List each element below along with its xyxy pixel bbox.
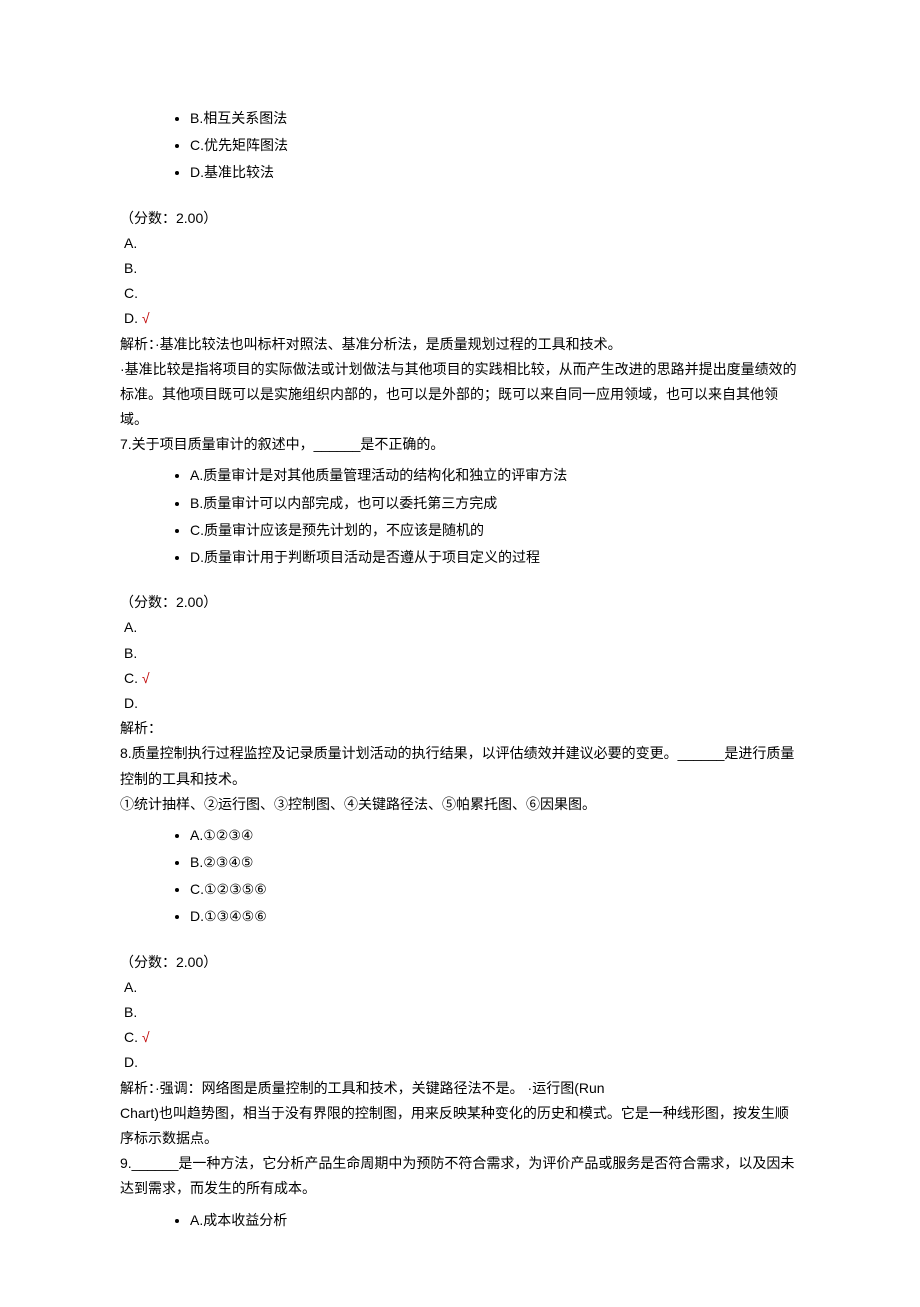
q8-score: （分数：2.00） <box>120 950 800 975</box>
q7-stem: 7.关于项目质量审计的叙述中，______是不正确的。 <box>120 432 800 457</box>
q9-stem: 9.______是一种方法，它分析产品生命周期中为预防不符合需求，为评价产品或服… <box>120 1151 800 1201</box>
q7-answer-a: A. <box>124 615 800 640</box>
q7-answer-d: D. <box>124 691 800 716</box>
answer-c-prefix: C. <box>124 1029 142 1045</box>
q6-answer-c: C. <box>124 281 800 306</box>
q9-options: A.成本收益分析 <box>120 1208 800 1233</box>
option-b: B.质量审计可以内部完成，也可以委托第三方完成 <box>190 491 800 516</box>
q6-explain-2: ·基准比较是指将项目的实际做法或计划做法与其他项目的实践相比较，从而产生改进的思… <box>120 357 800 433</box>
q7-score: （分数：2.00） <box>120 590 800 615</box>
option-c: C.质量审计应该是预先计划的，不应该是随机的 <box>190 518 800 543</box>
q6-answer-d: D. √ <box>124 306 800 331</box>
answer-d-prefix: D. <box>124 310 142 326</box>
q8-answer-d: D. <box>124 1050 800 1075</box>
option-a: A.成本收益分析 <box>190 1208 800 1233</box>
q7-explain: 解析： <box>120 716 800 741</box>
q6-explain-1: 解析：·基准比较法也叫标杆对照法、基准分析法，是质量规划过程的工具和技术。 <box>120 332 800 357</box>
q7-answer-c: C. √ <box>124 666 800 691</box>
q8-explain-2: Chart)也叫趋势图，相当于没有界限的控制图，用来反映某种变化的历史和模式。它… <box>120 1101 800 1151</box>
q6-score: （分数：2.00） <box>120 206 800 231</box>
q7-options: A.质量审计是对其他质量管理活动的结构化和独立的评审方法 B.质量审计可以内部完… <box>120 463 800 570</box>
option-c: C.优先矩阵图法 <box>190 133 800 158</box>
q8-answer-a: A. <box>124 975 800 1000</box>
option-d: D.质量审计用于判断项目活动是否遵从于项目定义的过程 <box>190 545 800 570</box>
check-mark-icon: √ <box>142 670 150 686</box>
check-mark-icon: √ <box>142 310 150 326</box>
check-mark-icon: √ <box>142 1029 150 1045</box>
answer-c-prefix: C. <box>124 670 142 686</box>
q8-options: A.①②③④ B.②③④⑤ C.①②③⑤⑥ D.①③④⑤⑥ <box>120 823 800 930</box>
option-a: A.质量审计是对其他质量管理活动的结构化和独立的评审方法 <box>190 463 800 488</box>
option-a: A.①②③④ <box>190 823 800 848</box>
q8-stem-2: ①统计抽样、②运行图、③控制图、④关键路径法、⑤帕累托图、⑥因果图。 <box>120 792 800 817</box>
q6-answer-b: B. <box>124 256 800 281</box>
q8-stem-1: 8.质量控制执行过程监控及记录质量计划活动的执行结果，以评估绩效并建议必要的变更… <box>120 741 800 791</box>
q7-answer-b: B. <box>124 641 800 666</box>
option-d: D.基准比较法 <box>190 160 800 185</box>
q8-explain-1: 解析：·强调：网络图是质量控制的工具和技术，关键路径法不是。 ·运行图(Run <box>120 1076 800 1101</box>
option-b: B.相互关系图法 <box>190 106 800 131</box>
q8-answer-b: B. <box>124 1000 800 1025</box>
q6-answer-a: A. <box>124 231 800 256</box>
q8-answer-c: C. √ <box>124 1025 800 1050</box>
q6-prev-options: B.相互关系图法 C.优先矩阵图法 D.基准比较法 <box>120 106 800 186</box>
option-c: C.①②③⑤⑥ <box>190 877 800 902</box>
option-b: B.②③④⑤ <box>190 850 800 875</box>
option-d: D.①③④⑤⑥ <box>190 904 800 929</box>
